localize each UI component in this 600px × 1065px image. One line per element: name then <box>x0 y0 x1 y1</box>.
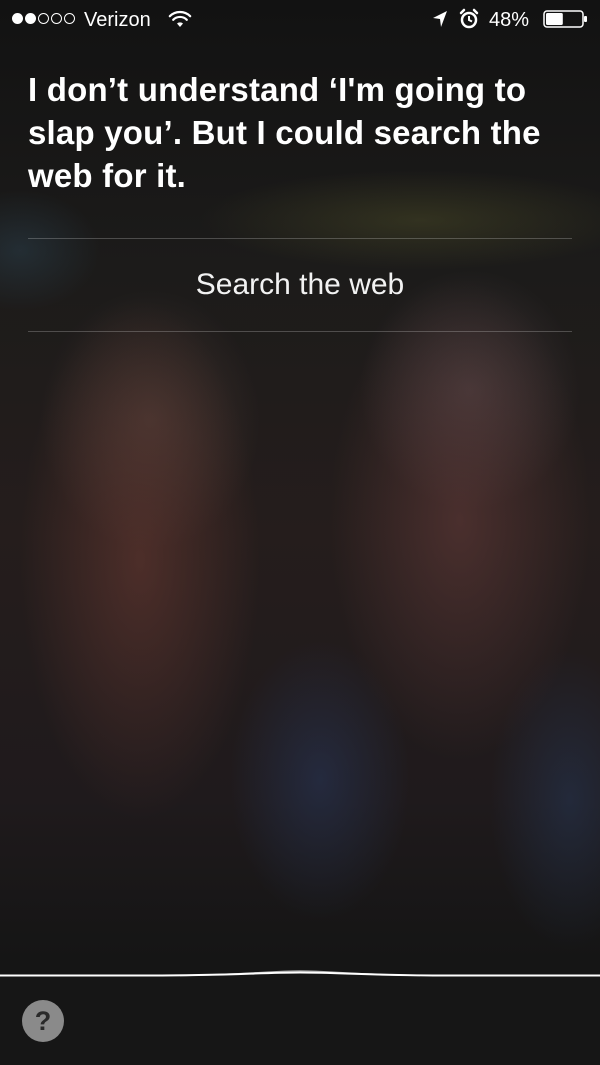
help-button[interactable]: ? <box>22 1000 64 1042</box>
location-arrow-icon <box>433 11 447 27</box>
search-web-button[interactable]: Search the web <box>28 239 572 331</box>
bottom-bar <box>0 975 600 1065</box>
signal-strength-icon <box>12 13 75 24</box>
signal-dot <box>51 13 62 24</box>
siri-waveform-icon <box>0 970 600 977</box>
signal-dot <box>12 13 23 24</box>
wifi-icon <box>168 10 192 27</box>
status-bar: Verizon 48% <box>0 0 600 40</box>
siri-screen: Verizon 48% I don’t understand ‘I'm goin… <box>0 0 600 1065</box>
question-mark-icon: ? <box>34 1006 52 1036</box>
signal-dot <box>64 13 75 24</box>
signal-dot <box>38 13 49 24</box>
signal-dot <box>25 13 36 24</box>
carrier-name: Verizon <box>84 9 151 31</box>
alarm-clock-icon <box>459 8 479 29</box>
battery-icon <box>543 10 587 28</box>
siri-response-text: I don’t understand ‘I'm going to slap yo… <box>28 71 541 194</box>
divider <box>28 331 572 332</box>
battery-percentage: 48% <box>489 9 530 31</box>
